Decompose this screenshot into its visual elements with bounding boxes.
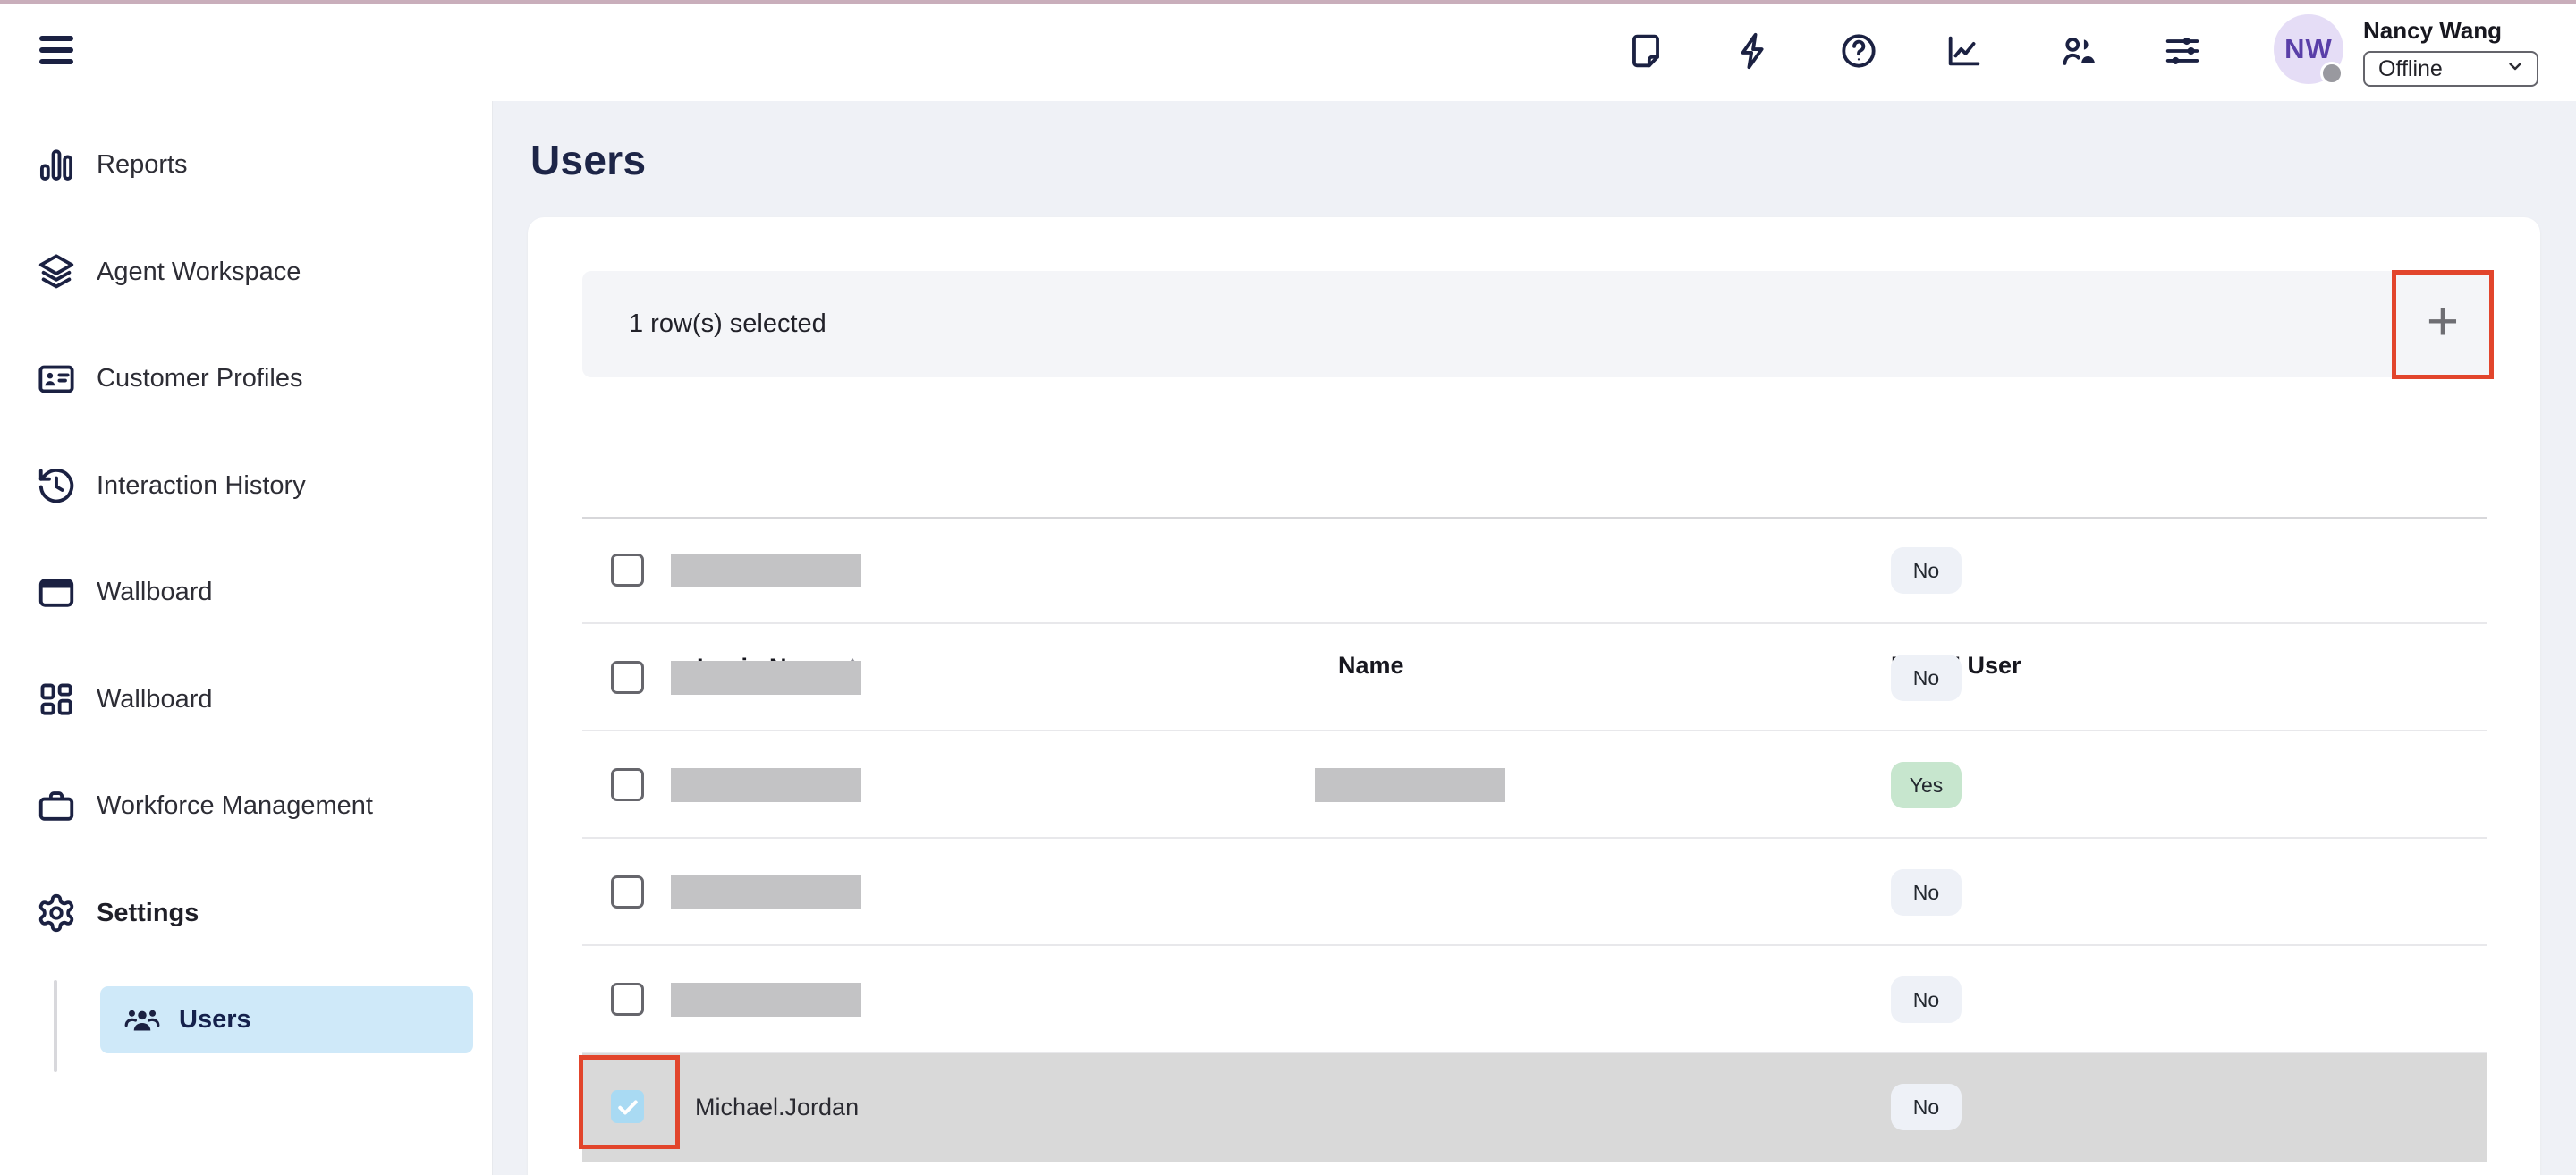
lightning-icon — [1733, 30, 1775, 72]
id-card-icon — [36, 359, 77, 400]
sidebar-item-workforce-management-label: Workforce Management — [97, 791, 373, 821]
neon-user-badge: Yes — [1891, 762, 1962, 808]
users-card: 1 row(s) selected + Login Name↑ Name NEO… — [528, 217, 2540, 1175]
window-icon-wrap — [36, 572, 77, 613]
neon-user-badge: No — [1891, 869, 1962, 916]
sidebar-item-settings[interactable]: Settings — [0, 860, 492, 968]
briefcase-icon-wrap — [36, 786, 77, 827]
sidebar-item-interaction-history[interactable]: Interaction History — [0, 433, 492, 540]
sidebar-item-customer-profiles-label: Customer Profiles — [97, 364, 302, 393]
sidebar-item-users[interactable]: Users — [100, 986, 473, 1053]
submenu-rail — [54, 980, 57, 1072]
briefcase-icon — [36, 786, 77, 827]
sidebar-item-agent-workspace-label: Agent Workspace — [97, 258, 301, 287]
table-row[interactable]: No — [582, 624, 2487, 731]
table-row[interactable]: Michael.Jordan No — [582, 1053, 2487, 1162]
gear-icon-wrap — [36, 892, 77, 934]
neon-user-badge: No — [1891, 1084, 1962, 1130]
app-root: NW Nancy Wang Offline Reports Agent Works… — [0, 0, 2576, 1175]
history-icon-wrap — [36, 465, 77, 506]
sidebar-nav: Reports Agent Workspace Customer Profiles I… — [0, 112, 492, 967]
table-row[interactable]: No — [582, 946, 2487, 1053]
row-checkbox[interactable] — [611, 768, 644, 801]
main-content: Users 1 row(s) selected + Login Name↑ Na… — [493, 101, 2576, 1175]
user-name: Nancy Wang — [2363, 17, 2502, 45]
avatar-initials: NW — [2284, 33, 2333, 65]
login-name-cell: Michael.Jordan — [695, 1053, 859, 1162]
status-dot — [2320, 62, 2343, 85]
plus-icon: + — [2427, 294, 2459, 350]
help-icon — [1838, 30, 1879, 72]
sidebar-item-users-label: Users — [179, 1005, 251, 1035]
sidebar-item-wallboard-2[interactable]: Wallboard — [0, 647, 492, 754]
avatar[interactable]: NW — [2274, 14, 2343, 84]
redacted-login-name — [671, 875, 861, 909]
row-checkbox[interactable] — [611, 554, 644, 587]
redacted-login-name — [671, 768, 861, 802]
selection-bar: 1 row(s) selected — [582, 271, 2487, 377]
table-row[interactable]: No — [582, 839, 2487, 946]
sidebar-item-wallboard[interactable]: Wallboard — [0, 539, 492, 647]
redacted-name — [1315, 768, 1505, 802]
sidebar-item-workforce-management[interactable]: Workforce Management — [0, 753, 492, 860]
preferences-icon-button[interactable] — [2162, 30, 2203, 72]
selection-count-text: 1 row(s) selected — [629, 309, 826, 339]
layers-icon — [36, 251, 77, 292]
neon-user-badge: No — [1891, 655, 1962, 701]
row-checkbox-checked[interactable] — [611, 1090, 644, 1123]
gear-icon — [36, 892, 77, 934]
sidebar-item-agent-workspace[interactable]: Agent Workspace — [0, 219, 492, 326]
bar-chart-icon — [36, 145, 77, 186]
status-select-value: Offline — [2378, 56, 2443, 82]
add-user-button[interactable]: + — [2392, 270, 2494, 379]
lightning-icon-button[interactable] — [1733, 30, 1775, 72]
analytics-icon-button[interactable] — [1944, 30, 1985, 72]
redacted-login-name — [671, 661, 861, 695]
notes-icon-button[interactable] — [1625, 30, 1666, 72]
bar-chart-icon-wrap — [36, 145, 77, 186]
sidebar-item-wallboard-2-label: Wallboard — [97, 685, 212, 714]
layers-icon-wrap — [36, 251, 77, 292]
id-card-icon-wrap — [36, 359, 77, 400]
dashboard-icon — [36, 679, 77, 720]
sidebar-item-customer-profiles[interactable]: Customer Profiles — [0, 325, 492, 433]
sidebar-item-reports-label: Reports — [97, 150, 188, 180]
sidebar-item-interaction-history-label: Interaction History — [97, 471, 306, 501]
window-icon — [36, 572, 77, 613]
redacted-login-name — [671, 983, 861, 1017]
history-icon — [36, 465, 77, 506]
neon-user-badge: No — [1891, 976, 1962, 1023]
neon-user-badge: No — [1891, 547, 1962, 594]
users-icon — [123, 1002, 161, 1039]
row-checkbox[interactable] — [611, 983, 644, 1016]
sidebar-item-wallboard-label: Wallboard — [97, 578, 212, 607]
chevron-down-icon — [2504, 55, 2526, 83]
row-checkbox[interactable] — [611, 875, 644, 909]
sidebar-item-reports[interactable]: Reports — [0, 112, 492, 219]
contacts-icon-button[interactable] — [2057, 30, 2098, 72]
table-row[interactable]: No — [582, 517, 2487, 624]
sidebar-item-settings-label: Settings — [97, 899, 199, 928]
redacted-login-name — [671, 554, 861, 588]
analytics-icon — [1944, 30, 1985, 72]
topbar-icon-nav — [0, 4, 2576, 101]
notes-icon — [1625, 30, 1666, 72]
dashboard-icon-wrap — [36, 679, 77, 720]
page-title: Users — [530, 135, 646, 185]
row-checkbox[interactable] — [611, 661, 644, 694]
users-icon — [123, 1002, 161, 1039]
check-icon — [614, 1094, 641, 1120]
help-icon-button[interactable] — [1838, 30, 1879, 72]
contacts-icon — [2057, 30, 2098, 72]
status-select[interactable]: Offline — [2363, 51, 2538, 87]
preferences-icon — [2162, 30, 2203, 72]
sidebar: Reports Agent Workspace Customer Profiles I… — [0, 101, 493, 1175]
top-bar: NW Nancy Wang Offline — [0, 4, 2576, 101]
table-row[interactable]: Yes — [582, 731, 2487, 839]
